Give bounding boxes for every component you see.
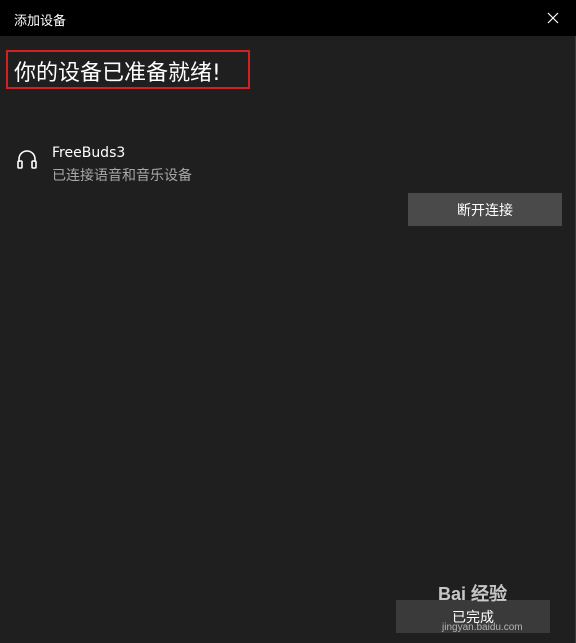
title-bar: 添加设备 <box>0 0 576 36</box>
headphones-icon <box>17 150 37 169</box>
watermark-logo: Bai 经验 <box>438 584 508 604</box>
close-icon <box>547 12 559 24</box>
page-title: 你的设备已准备就绪! <box>14 61 221 86</box>
close-button[interactable] <box>530 0 576 36</box>
device-name: FreeBuds3 <box>52 145 126 161</box>
window-title: 添加设备 <box>14 14 67 29</box>
device-status: 已连接语音和音乐设备 <box>52 168 192 184</box>
disconnect-button[interactable]: 断开连接 <box>408 193 562 226</box>
add-device-dialog: 添加设备 你的设备已准备就绪! FreeBuds3 已连接语音和音乐设备 断开连… <box>0 0 576 643</box>
watermark-url: jingyan.baidu.com <box>442 622 523 633</box>
